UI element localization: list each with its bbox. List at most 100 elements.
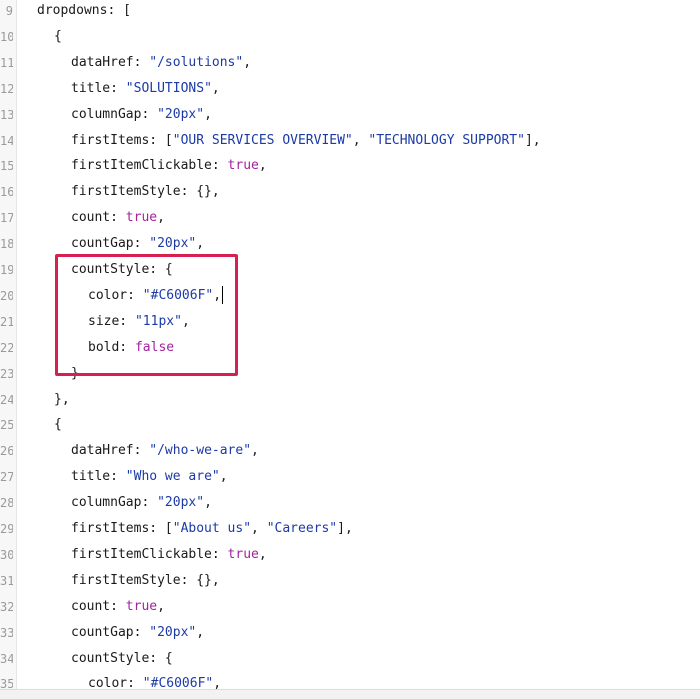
code-text: firstItemClickable: true,	[71, 542, 267, 568]
code-line[interactable]: 30 firstItemClickable: true,	[0, 542, 700, 568]
code-text: {	[54, 24, 62, 50]
line-number: 27	[0, 470, 13, 485]
code-token-key: dataHref:	[71, 443, 150, 459]
code-token-plain: },	[54, 391, 70, 407]
code-line[interactable]: 25 {	[0, 412, 700, 438]
code-token-punct: ],	[524, 132, 541, 148]
line-number: 32	[0, 599, 13, 614]
code-line[interactable]: 10 {	[0, 24, 700, 50]
line-number: 24	[0, 392, 13, 407]
code-text: title: "Who we are",	[71, 464, 228, 490]
code-line[interactable]: 26 dataHref: "/who-we-are",	[0, 438, 700, 464]
code-token-string: "#C6006F"	[142, 676, 214, 690]
code-text: firstItems: ["OUR SERVICES OVERVIEW", "T…	[71, 128, 541, 154]
code-line[interactable]: 17 count: true,	[0, 205, 700, 231]
line-number: 19	[0, 263, 13, 277]
code-text: columnGap: "20px",	[71, 102, 212, 128]
line-number: 10	[0, 29, 13, 44]
code-token-plain: firstItemStyle: {},	[71, 572, 220, 588]
code-token-boolean: true	[125, 598, 158, 614]
code-token-punct: ,	[352, 132, 369, 148]
code-token-key: title:	[71, 80, 126, 96]
code-token-boolean: true	[125, 210, 158, 226]
code-token-key: title:	[71, 469, 126, 485]
line-number: 26	[0, 444, 13, 459]
code-line[interactable]: 27 title: "Who we are",	[0, 464, 700, 490]
code-line[interactable]: 24},	[0, 387, 700, 413]
code-token-punct: ,	[196, 236, 205, 252]
code-text: firstItemStyle: {},	[71, 179, 220, 205]
code-text: countGap: "20px",	[71, 620, 204, 646]
line-number: 21	[0, 314, 13, 329]
code-token-plain: {	[54, 28, 62, 44]
code-token-key: firstItemClickable:	[71, 546, 228, 562]
code-text: title: "SOLUTIONS",	[71, 76, 220, 102]
code-line[interactable]: 31 firstItemStyle: {},	[0, 568, 700, 594]
code-text: {	[54, 412, 62, 438]
code-line[interactable]: 15 firstItemClickable: true,	[0, 153, 700, 179]
code-line[interactable]: 34 countStyle: {	[0, 646, 700, 672]
code-token-string: "/who-we-are"	[149, 443, 252, 459]
code-token-punct: ,	[251, 443, 259, 459]
code-token-string: "OUR SERVICES OVERVIEW"	[172, 132, 353, 148]
code-token-key: countGap:	[71, 236, 150, 252]
line-number: 14	[0, 133, 13, 148]
horizontal-scrollbar[interactable]	[0, 689, 700, 699]
line-number: 16	[0, 185, 13, 200]
code-text: firstItems: ["About us", "Careers"],	[71, 516, 353, 542]
code-token-string: "20px"	[149, 624, 197, 640]
line-number: 34	[0, 651, 13, 666]
line-number: 13	[0, 107, 13, 122]
code-token-key: columnGap:	[71, 106, 158, 122]
code-token-punct: ,	[196, 624, 205, 640]
code-token-key: firstItems: [	[71, 521, 173, 536]
line-number: 31	[0, 573, 13, 588]
code-token-key: countGap:	[71, 624, 150, 640]
highlight-box-count-style	[55, 254, 238, 376]
code-line[interactable]: 9 dropdowns: [	[0, 0, 700, 24]
code-token-punct: ,	[251, 521, 267, 536]
line-number: 20	[0, 288, 13, 303]
code-token-punct: ,	[211, 80, 220, 96]
code-token-string: "20px"	[149, 236, 197, 252]
code-text: count: true,	[71, 594, 165, 620]
code-token-plain: dropdowns: [	[37, 3, 131, 18]
code-text: count: true,	[71, 205, 165, 231]
code-line[interactable]: 16 firstItemStyle: {},	[0, 179, 700, 205]
code-text: countStyle: {	[71, 646, 173, 672]
code-token-punct: ,	[204, 495, 212, 511]
code-token-string: "20px"	[157, 495, 205, 511]
line-number: 18	[0, 237, 13, 252]
line-number: 11	[0, 55, 13, 70]
code-line[interactable]: 28 columnGap: "20px",	[0, 490, 700, 516]
code-line[interactable]: 33 countGap: "20px",	[0, 620, 700, 646]
code-token-string: "20px"	[157, 106, 205, 122]
line-number: 17	[0, 211, 13, 226]
code-token-key: dataHref:	[71, 54, 150, 70]
code-editor[interactable]: 9 dropdowns: [10 {11 dataHref: "/solutions"…	[0, 0, 700, 690]
code-text: columnGap: "20px",	[71, 490, 212, 516]
code-text: dataHref: "/who-we-are",	[71, 438, 259, 464]
code-line[interactable]: 14 firstItems: ["OUR SERVICES OVERVIEW", …	[0, 128, 700, 154]
code-line[interactable]: 35 color: "#C6006F",	[0, 671, 700, 690]
code-line[interactable]: 32 count: true,	[0, 594, 700, 620]
code-token-key: columnGap:	[71, 495, 158, 511]
code-token-key: firstItems: [	[71, 132, 173, 148]
code-token-plain: countStyle: {	[71, 650, 173, 666]
code-token-string: "About us"	[172, 521, 252, 536]
code-token-punct: ,	[213, 676, 222, 690]
code-line[interactable]: 11 dataHref: "/solutions",	[0, 50, 700, 76]
code-token-punct: ,	[258, 546, 267, 562]
code-line[interactable]: 12 title: "SOLUTIONS",	[0, 76, 700, 102]
code-token-punct: ,	[157, 598, 165, 614]
code-token-key: count:	[71, 598, 126, 614]
line-number: 12	[0, 81, 13, 96]
code-text: firstItemClickable: true,	[71, 153, 267, 179]
code-token-punct: ,	[258, 158, 267, 174]
code-line[interactable]: 29 firstItems: ["About us", "Careers"],	[0, 516, 700, 542]
code-token-plain: {	[54, 417, 62, 433]
code-line[interactable]: 13 columnGap: "20px",	[0, 102, 700, 128]
code-token-string: "TECHNOLOGY SUPPORT"	[368, 132, 525, 148]
line-number: 33	[0, 625, 13, 640]
code-text: firstItemStyle: {},	[71, 568, 220, 594]
